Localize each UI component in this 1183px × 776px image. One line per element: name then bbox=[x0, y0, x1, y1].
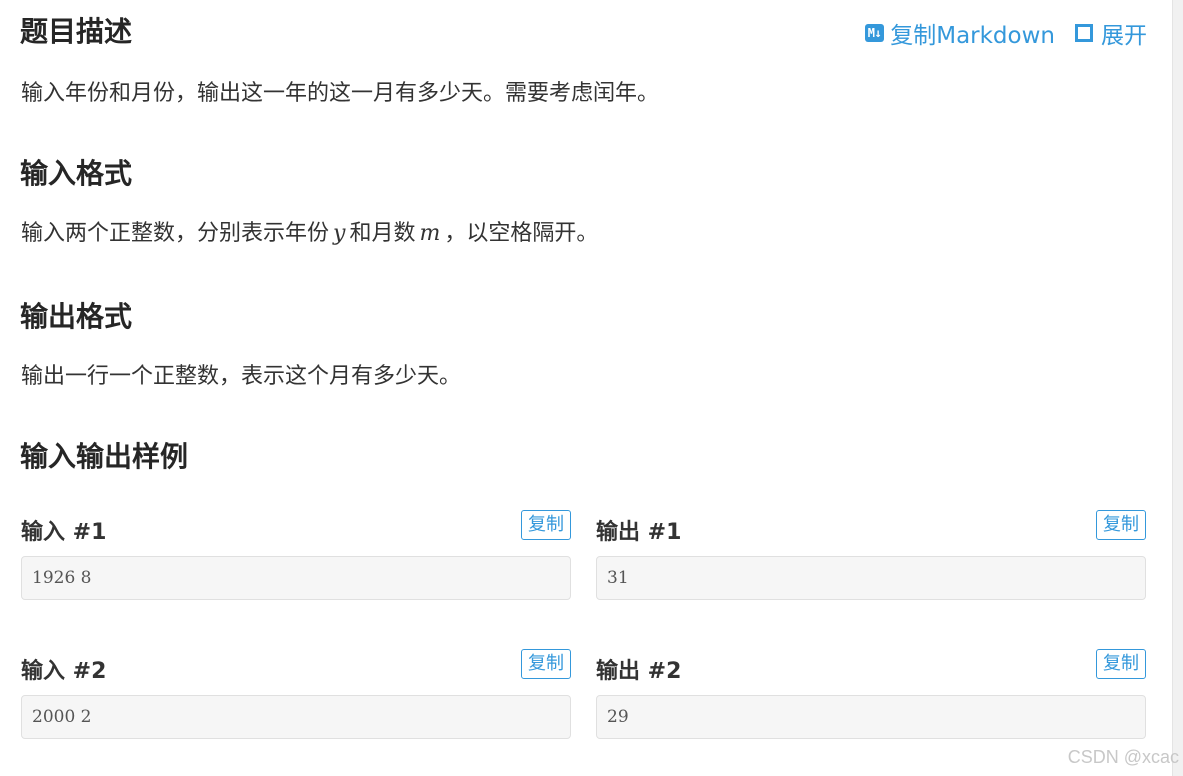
sample-output-1: 输出 #1 复制 31 bbox=[596, 510, 1146, 600]
sample-input-1: 输入 #1 复制 1926 8 bbox=[21, 510, 571, 600]
scrollbar-track[interactable] bbox=[1172, 0, 1183, 776]
var-m: m bbox=[419, 221, 441, 246]
description-text: 输入年份和月份，输出这一年的这一月有多少天。需要考虑闰年。 bbox=[21, 81, 660, 106]
samples-title: 输入输出样例 bbox=[20, 440, 189, 473]
sample-output-2: 输出 #2 复制 29 bbox=[596, 649, 1146, 739]
markdown-icon: M↓ bbox=[864, 24, 885, 42]
input-format-text: 输入两个正整数，分别表示年份 y 和月数 m ，以空格隔开。 bbox=[21, 218, 598, 250]
input-format-text-after: ，以空格隔开。 bbox=[444, 221, 599, 246]
fullscreen-icon bbox=[1073, 22, 1095, 44]
copy-markdown-label: 复制Markdown bbox=[890, 23, 1055, 49]
copy-input-2-button[interactable]: 复制 bbox=[521, 649, 571, 679]
input-format-text-before: 输入两个正整数，分别表示年份 bbox=[21, 221, 330, 246]
problem-description-title: 题目描述 bbox=[20, 15, 133, 48]
expand-label: 展开 bbox=[1101, 23, 1147, 49]
output-format-text: 输出一行一个正整数，表示这个月有多少天。 bbox=[21, 364, 462, 389]
sample-input-code[interactable]: 2000 2 bbox=[21, 695, 571, 739]
copy-output-1-button[interactable]: 复制 bbox=[1096, 510, 1146, 540]
sample-output-title: 输出 #1 bbox=[596, 520, 682, 545]
copy-output-2-button[interactable]: 复制 bbox=[1096, 649, 1146, 679]
top-actions: M↓ 复制Markdown 展开 bbox=[864, 16, 1147, 50]
copy-markdown-button[interactable]: M↓ 复制Markdown bbox=[864, 16, 1055, 50]
sample-output-title: 输出 #2 bbox=[596, 659, 682, 684]
sample-input-code[interactable]: 1926 8 bbox=[21, 556, 571, 600]
input-format-text-middle: 和月数 bbox=[349, 221, 416, 246]
input-format-title: 输入格式 bbox=[20, 157, 133, 190]
sample-input-2: 输入 #2 复制 2000 2 bbox=[21, 649, 571, 739]
output-format-title: 输出格式 bbox=[20, 300, 133, 333]
sample-input-title: 输入 #1 bbox=[21, 520, 107, 545]
copy-input-1-button[interactable]: 复制 bbox=[521, 510, 571, 540]
expand-button[interactable]: 展开 bbox=[1073, 16, 1147, 50]
csdn-watermark: CSDN @xcac bbox=[1067, 747, 1179, 767]
sample-output-code[interactable]: 29 bbox=[596, 695, 1146, 739]
sample-output-code[interactable]: 31 bbox=[596, 556, 1146, 600]
var-y: y bbox=[333, 221, 346, 246]
sample-input-title: 输入 #2 bbox=[21, 659, 107, 684]
